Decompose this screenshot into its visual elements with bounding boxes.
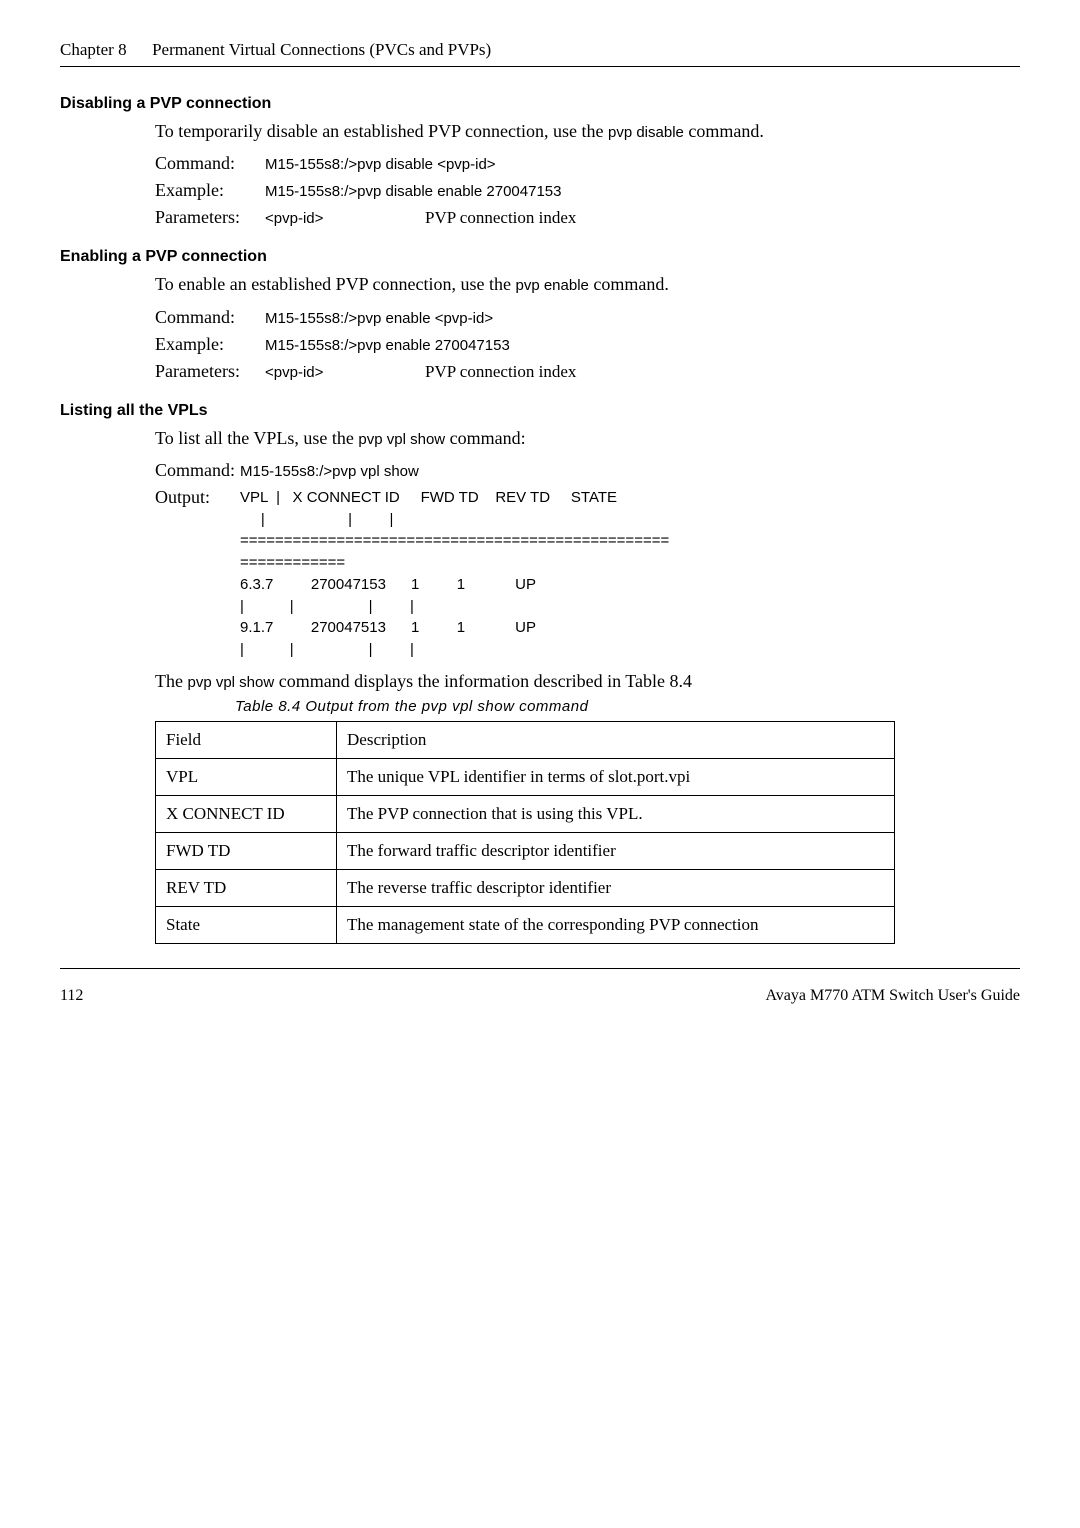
page-footer: 112 Avaya M770 ATM Switch User's Guide — [60, 987, 1020, 1005]
page-header: Chapter 8 Permanent Virtual Connections … — [60, 40, 1020, 60]
enable-param-row: Parameters: <pvp-id> PVP connection inde… — [155, 361, 1020, 382]
footer-rule — [60, 968, 1020, 969]
table-cell-field: State — [156, 906, 337, 943]
table-row: FWD TD The forward traffic descriptor id… — [156, 832, 895, 869]
vpls-after-b: command displays the information describ… — [274, 671, 692, 691]
vpls-command-row: Command: M15-155s8:/>pvp vpl show — [155, 460, 1020, 481]
vpls-after: The pvp vpl show command displays the in… — [155, 671, 1020, 692]
enable-param-name: <pvp-id> — [265, 364, 425, 381]
disable-intro-b: command. — [684, 121, 764, 141]
vpls-intro-a: To list all the VPLs, use the — [155, 428, 358, 448]
enable-command-row: Command: M15-155s8:/>pvp enable <pvp-id> — [155, 307, 1020, 328]
disable-param-desc: PVP connection index — [425, 208, 576, 228]
disable-param-row: Parameters: <pvp-id> PVP connection inde… — [155, 207, 1020, 228]
table-cell-desc: The reverse traffic descriptor identifie… — [337, 869, 895, 906]
info-table: Field Description VPL The unique VPL ide… — [155, 721, 895, 944]
chapter-label: Chapter 8 — [60, 40, 127, 59]
table-row: VPL The unique VPL identifier in terms o… — [156, 758, 895, 795]
disable-example-label: Example: — [155, 180, 265, 201]
vpls-after-cmd: pvp vpl show — [187, 674, 274, 691]
section-heading-vpls: Listing all the VPLs — [60, 402, 1020, 420]
vpls-command-val: M15-155s8:/>pvp vpl show — [240, 463, 419, 480]
enable-param-desc: PVP connection index — [425, 362, 576, 382]
table-cell-field: REV TD — [156, 869, 337, 906]
disable-command-label: Command: — [155, 153, 265, 174]
enable-command-label: Command: — [155, 307, 265, 328]
enable-example-label: Example: — [155, 334, 265, 355]
vpls-output-row: Output: VPL | X CONNECT ID FWD TD REV TD… — [155, 487, 1020, 661]
disable-command-val: M15-155s8:/>pvp disable <pvp-id> — [265, 156, 496, 173]
table-cell-desc: The PVP connection that is using this VP… — [337, 795, 895, 832]
disable-intro-a: To temporarily disable an established PV… — [155, 121, 608, 141]
enable-intro-b: command. — [589, 274, 669, 294]
table-wrap: Table 8.4 Output from the pvp vpl show c… — [155, 698, 1020, 944]
enable-example-row: Example: M15-155s8:/>pvp enable 27004715… — [155, 334, 1020, 355]
disable-intro-cmd: pvp disable — [608, 124, 684, 141]
enable-intro: To enable an established PVP connection,… — [155, 272, 1020, 296]
table-cell-field: X CONNECT ID — [156, 795, 337, 832]
table-row: REV TD The reverse traffic descriptor id… — [156, 869, 895, 906]
enable-example-val: M15-155s8:/>pvp enable 270047153 — [265, 337, 510, 354]
chapter-title: Permanent Virtual Connections (PVCs and … — [152, 40, 491, 59]
table-cell-field: VPL — [156, 758, 337, 795]
table-head-desc: Description — [337, 721, 895, 758]
table-cell-field: FWD TD — [156, 832, 337, 869]
disable-command-row: Command: M15-155s8:/>pvp disable <pvp-id… — [155, 153, 1020, 174]
table-row: State The management state of the corres… — [156, 906, 895, 943]
vpls-after-a: The — [155, 671, 187, 691]
table-head-field: Field — [156, 721, 337, 758]
table-row: Field Description — [156, 721, 895, 758]
disable-param-name: <pvp-id> — [265, 210, 425, 227]
table-cell-desc: The forward traffic descriptor identifie… — [337, 832, 895, 869]
vpls-command-label: Command: — [155, 460, 240, 481]
table-caption: Table 8.4 Output from the pvp vpl show c… — [235, 698, 1020, 715]
enable-param-label: Parameters: — [155, 361, 265, 382]
vpls-output-lines: VPL | X CONNECT ID FWD TD REV TD STATE |… — [240, 487, 669, 661]
vpls-intro-cmd: pvp vpl show — [358, 431, 445, 448]
page-number: 112 — [60, 987, 83, 1005]
table-row: X CONNECT ID The PVP connection that is … — [156, 795, 895, 832]
table-cell-desc: The management state of the correspondin… — [337, 906, 895, 943]
vpls-intro-b: command: — [445, 428, 525, 448]
disable-example-val: M15-155s8:/>pvp disable enable 270047153 — [265, 183, 561, 200]
section-heading-enable: Enabling a PVP connection — [60, 248, 1020, 266]
disable-example-row: Example: M15-155s8:/>pvp disable enable … — [155, 180, 1020, 201]
enable-intro-a: To enable an established PVP connection,… — [155, 274, 515, 294]
vpls-output-label: Output: — [155, 487, 240, 661]
enable-command-val: M15-155s8:/>pvp enable <pvp-id> — [265, 310, 493, 327]
table-cell-desc: The unique VPL identifier in terms of sl… — [337, 758, 895, 795]
disable-intro: To temporarily disable an established PV… — [155, 119, 1020, 143]
enable-intro-cmd: pvp enable — [515, 277, 588, 294]
doc-title: Avaya M770 ATM Switch User's Guide — [765, 987, 1020, 1005]
section-heading-disable: Disabling a PVP connection — [60, 95, 1020, 113]
vpls-intro: To list all the VPLs, use the pvp vpl sh… — [155, 426, 1020, 450]
header-rule — [60, 66, 1020, 67]
disable-param-label: Parameters: — [155, 207, 265, 228]
